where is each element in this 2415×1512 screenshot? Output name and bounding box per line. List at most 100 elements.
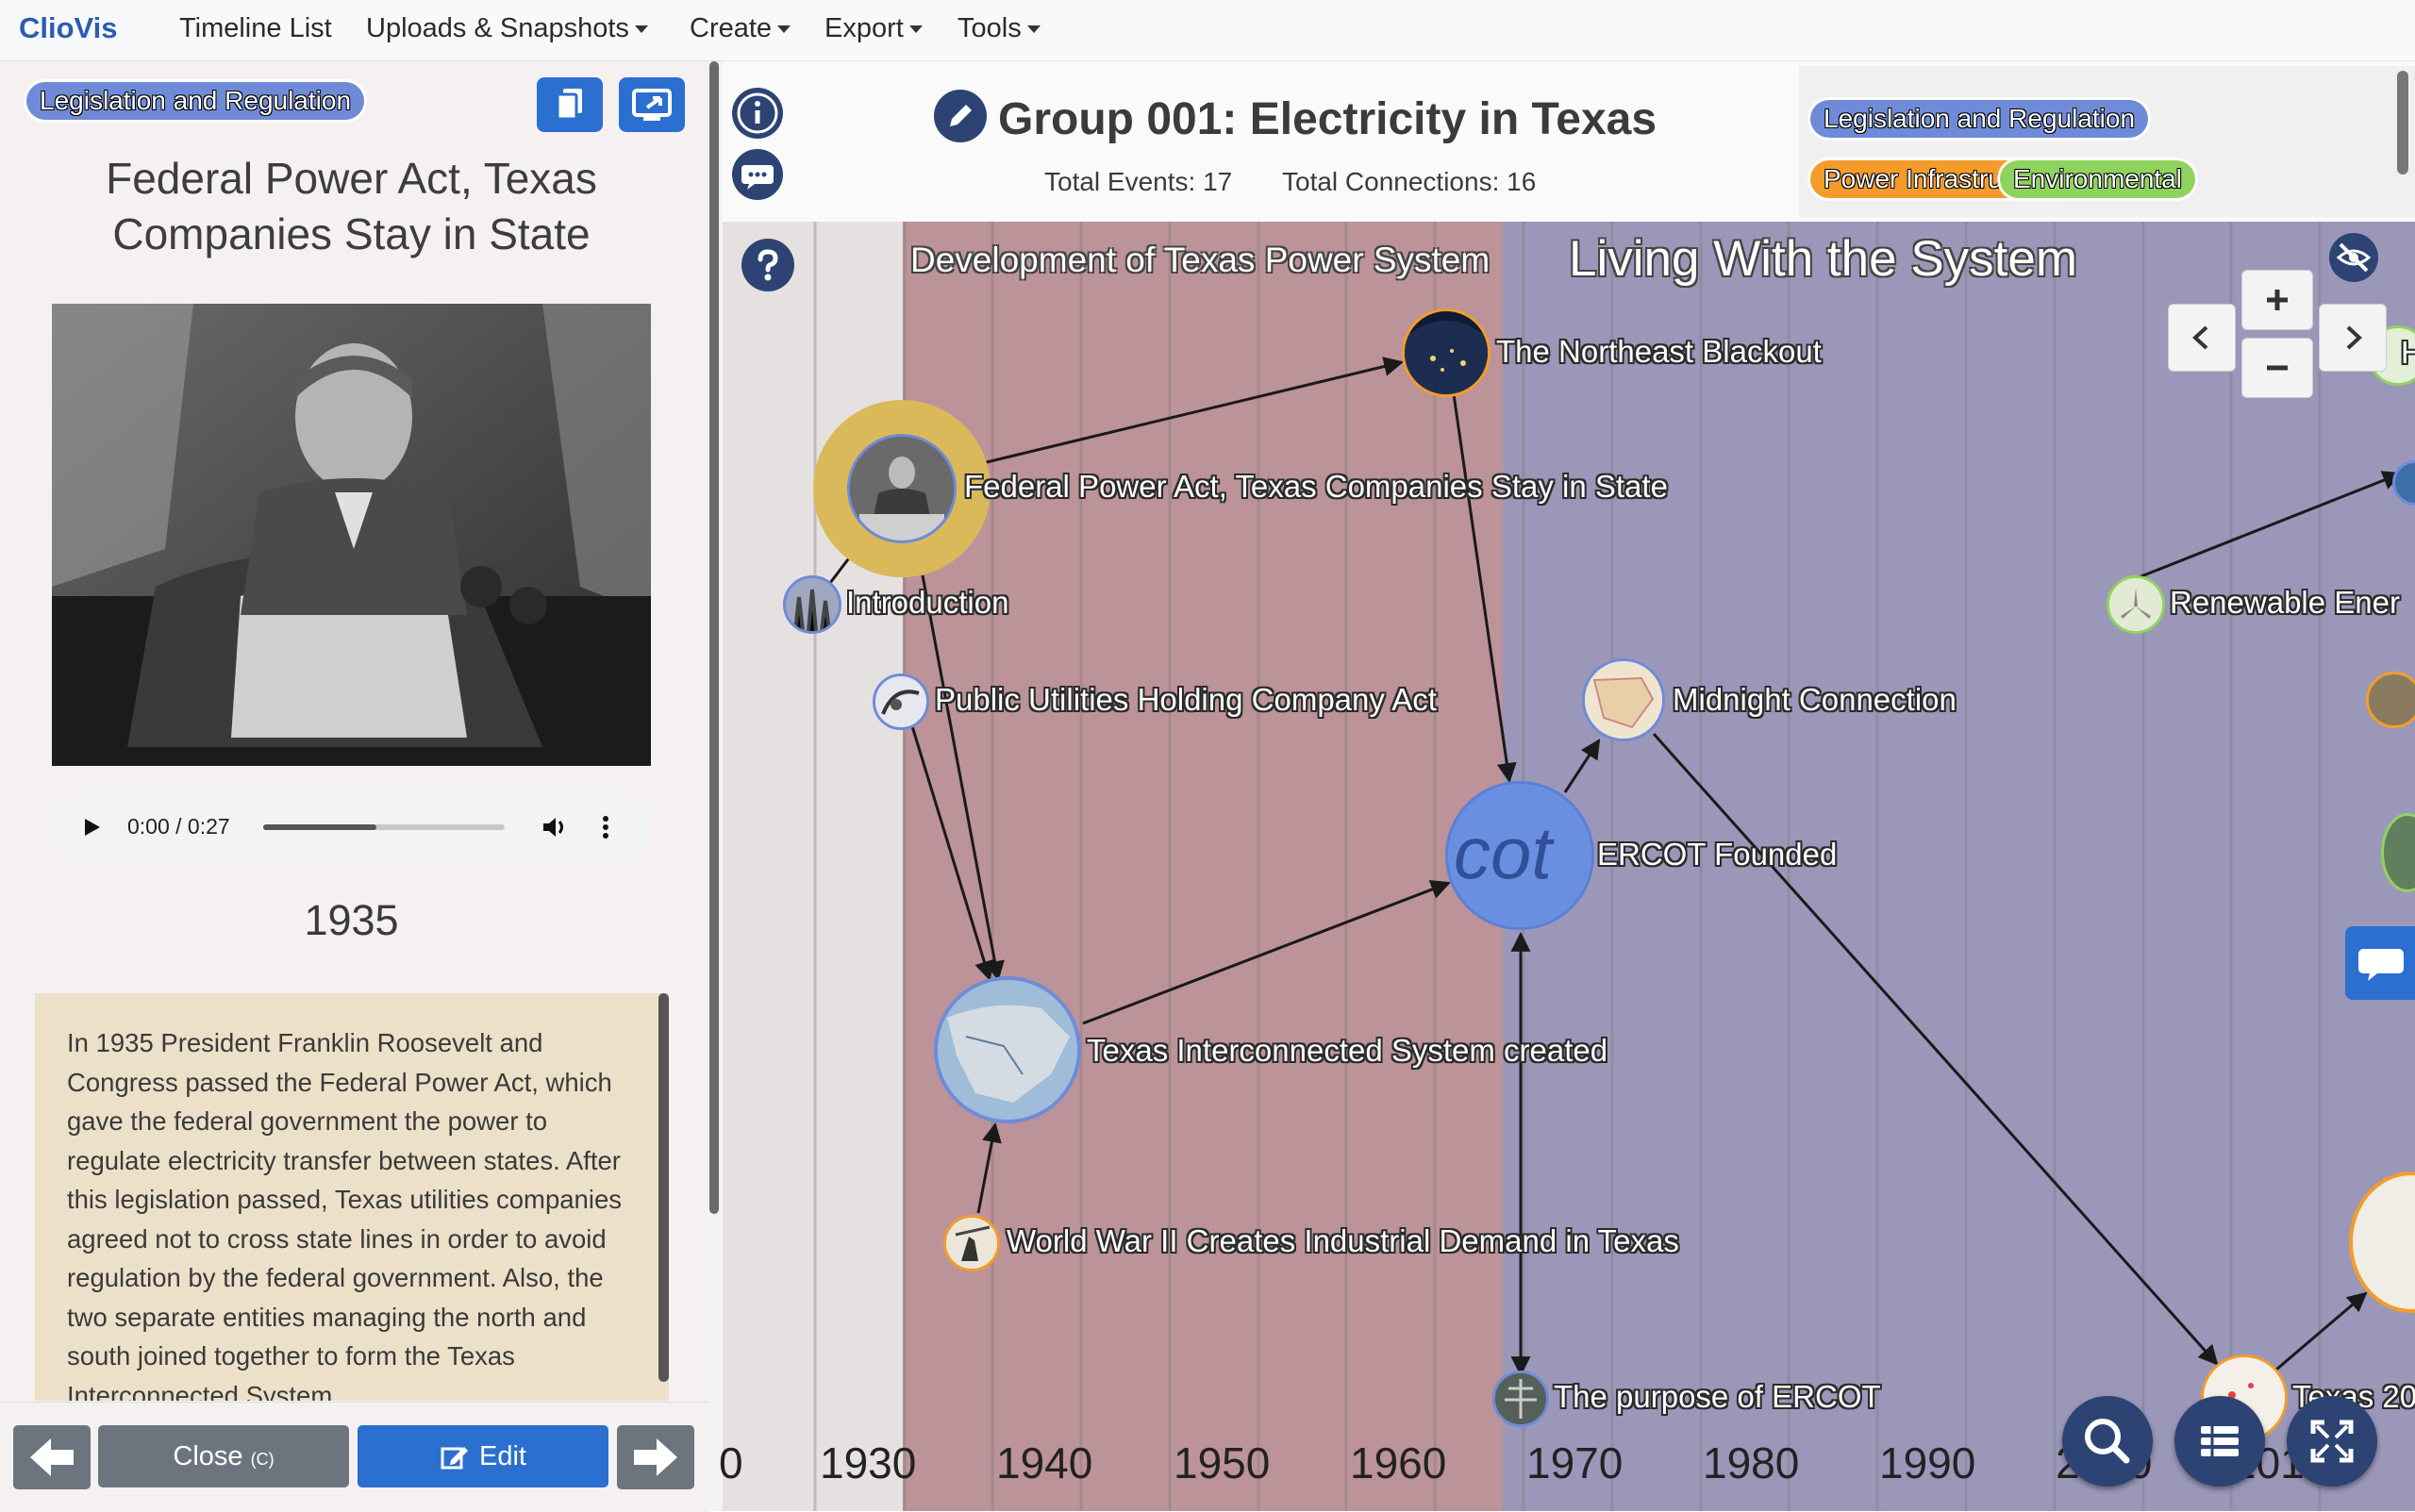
legend-legislation[interactable]: Legislation and Regulation bbox=[1810, 100, 2149, 138]
axis-tick: 1960 bbox=[1350, 1438, 1447, 1487]
zoom-out-button[interactable] bbox=[2241, 338, 2313, 398]
legend-environmental[interactable]: Environmental bbox=[2000, 160, 2195, 198]
nav-export[interactable]: Export bbox=[824, 13, 923, 44]
node-edge-3[interactable] bbox=[2366, 672, 2415, 728]
search-fab[interactable] bbox=[2062, 1396, 2153, 1487]
description-scrollbar[interactable] bbox=[658, 993, 669, 1382]
toggle-visibility-button[interactable] bbox=[2329, 233, 2378, 282]
description-text: In 1935 President Franklin Roosevelt and… bbox=[67, 1028, 623, 1401]
fdr-photo-image bbox=[52, 304, 651, 766]
play-icon[interactable] bbox=[80, 816, 103, 839]
search-icon bbox=[2085, 1419, 2130, 1464]
group-header: Group 001: Electricity in Texas Total Ev… bbox=[723, 61, 2415, 222]
label-texas-interconnected[interactable]: Texas Interconnected System created bbox=[1087, 1033, 1607, 1069]
pan-right-button[interactable] bbox=[2319, 304, 2387, 372]
fullscreen-fab[interactable] bbox=[2287, 1396, 2377, 1487]
node-northeast-blackout[interactable] bbox=[1402, 308, 1491, 397]
panel-scrollbar[interactable] bbox=[709, 61, 719, 1214]
event-year: 1935 bbox=[304, 896, 399, 944]
arrow-left-icon bbox=[30, 1438, 74, 1476]
label-puhca[interactable]: Public Utilities Holding Company Act bbox=[935, 682, 1437, 718]
pan-left-button[interactable] bbox=[2168, 304, 2236, 372]
edit-group-button[interactable] bbox=[934, 90, 987, 142]
list-icon bbox=[2201, 1426, 2239, 1456]
edit-button[interactable]: Edit bbox=[358, 1425, 608, 1487]
axis-tick: 1990 bbox=[1879, 1438, 1976, 1487]
label-edge-h[interactable]: H bbox=[2401, 335, 2415, 371]
label-ercot-founded[interactable]: ERCOT Founded bbox=[1597, 837, 1837, 872]
axis-tick: 1950 bbox=[1174, 1438, 1271, 1487]
axis-tick: 0 bbox=[719, 1438, 743, 1487]
era-living-title: Living With the System bbox=[1569, 231, 2078, 287]
previous-event-button[interactable] bbox=[13, 1425, 91, 1489]
category-badge: Legislation and Regulation bbox=[26, 82, 365, 120]
copy-icon bbox=[556, 89, 582, 121]
caret-down-icon bbox=[634, 25, 648, 34]
caret-down-icon bbox=[777, 25, 791, 34]
node-midnight-connection[interactable] bbox=[1582, 658, 1665, 741]
expand-icon bbox=[2310, 1420, 2354, 1463]
node-introduction[interactable] bbox=[783, 575, 841, 634]
help-icon bbox=[758, 249, 778, 281]
label-renewable-energy[interactable]: Renewable Ener bbox=[2170, 585, 2400, 621]
label-ww2-demand[interactable]: World War II Creates Industrial Demand i… bbox=[1007, 1223, 1679, 1259]
label-purpose-of-ercot[interactable]: The purpose of ERCOT bbox=[1554, 1379, 1881, 1415]
node-image bbox=[1405, 321, 1488, 394]
eye-slash-icon bbox=[2336, 242, 2372, 273]
close-shortcut: (C) bbox=[250, 1450, 275, 1469]
list-view-fab[interactable] bbox=[2174, 1396, 2265, 1487]
total-connections: Total Connections: 16 bbox=[1282, 167, 1537, 196]
pencil-square-icon bbox=[441, 1447, 468, 1470]
help-button[interactable] bbox=[741, 239, 794, 291]
nav-create[interactable]: Create bbox=[690, 13, 791, 44]
nav-timeline-list[interactable]: Timeline List bbox=[179, 13, 332, 44]
share-button[interactable] bbox=[619, 77, 685, 132]
nav-uploads-snapshots[interactable]: Uploads & Snapshots bbox=[366, 13, 648, 44]
label-introduction[interactable]: Introduction bbox=[846, 585, 1008, 621]
label-midnight-connection[interactable]: Midnight Connection bbox=[1673, 682, 1957, 718]
event-detail-panel: Legislation and Regulation Federal Power… bbox=[0, 61, 709, 1512]
arrow-right-icon bbox=[634, 1438, 677, 1476]
event-title: Federal Power Act, Texas Companies Stay … bbox=[106, 154, 597, 258]
more-icon[interactable] bbox=[601, 814, 610, 840]
pencil-icon bbox=[950, 105, 972, 126]
comments-button[interactable] bbox=[732, 149, 783, 200]
audio-progress[interactable] bbox=[263, 824, 505, 830]
close-button[interactable]: Close (C) bbox=[98, 1425, 349, 1487]
top-navbar: ClioVis Timeline List Uploads & Snapshot… bbox=[0, 0, 2415, 61]
node-ercot-founded[interactable]: cot bbox=[1445, 781, 1594, 930]
nav-create-label: Create bbox=[690, 13, 773, 43]
nav-tools[interactable]: Tools bbox=[958, 13, 1041, 44]
zoom-out-icon bbox=[2267, 365, 2288, 371]
next-event-button[interactable] bbox=[617, 1425, 694, 1489]
zoom-in-icon bbox=[2267, 290, 2288, 310]
caret-down-icon bbox=[908, 25, 923, 34]
copy-button[interactable] bbox=[537, 77, 603, 132]
node-renewable-energy[interactable] bbox=[2107, 575, 2165, 634]
audio-time: 0:00 / 0:27 bbox=[127, 814, 230, 839]
label-federal-power-act[interactable]: Federal Power Act, Texas Companies Stay … bbox=[964, 469, 1668, 505]
zoom-in-button[interactable] bbox=[2241, 270, 2313, 330]
brand-logo[interactable]: ClioVis bbox=[19, 11, 118, 45]
node-ww2-demand[interactable] bbox=[943, 1215, 1000, 1271]
panel-scrollbar-track bbox=[709, 61, 723, 1511]
node-texas-interconnected[interactable] bbox=[934, 976, 1081, 1123]
nav-tools-label: Tools bbox=[958, 13, 1022, 43]
header-scrollbar[interactable] bbox=[2397, 71, 2408, 174]
axis-tick: 1930 bbox=[820, 1438, 917, 1487]
share-icon bbox=[632, 89, 672, 121]
ercot-logo-text: cot bbox=[1454, 811, 1553, 894]
chevron-right-icon bbox=[2346, 325, 2362, 350]
info-button[interactable] bbox=[732, 88, 783, 139]
label-northeast-blackout[interactable]: The Northeast Blackout bbox=[1496, 334, 1822, 370]
speech-bubble-icon bbox=[2358, 949, 2404, 981]
node-purpose-of-ercot[interactable] bbox=[1492, 1371, 1549, 1427]
caret-down-icon bbox=[1026, 25, 1041, 34]
total-events: Total Events: 17 bbox=[1044, 167, 1233, 196]
node-image bbox=[786, 578, 839, 631]
node-image bbox=[875, 676, 926, 727]
node-federal-power-act[interactable] bbox=[847, 434, 957, 543]
volume-icon[interactable] bbox=[541, 814, 569, 840]
comments-tab[interactable] bbox=[2345, 926, 2415, 1000]
node-puhca[interactable] bbox=[873, 673, 929, 730]
